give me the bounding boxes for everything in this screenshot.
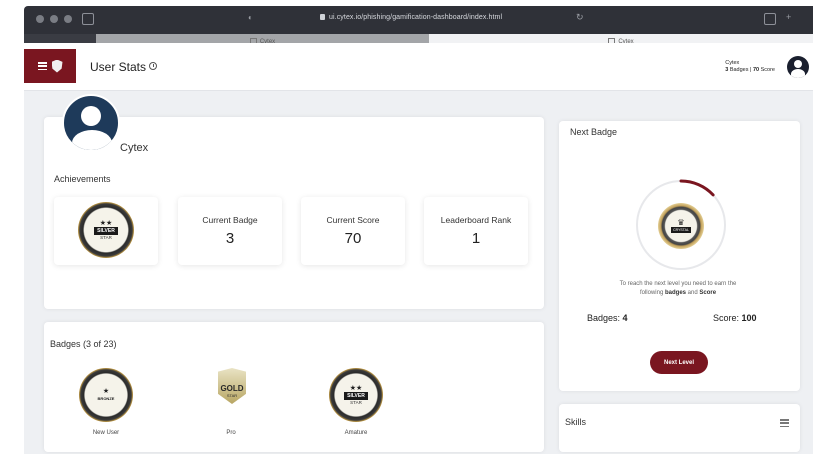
sidebar-toggle-icon[interactable] xyxy=(82,13,94,25)
profile-avatar xyxy=(62,94,120,152)
header-user-stats: 3 Badges | 70 Score xyxy=(725,67,775,73)
window-controls[interactable] xyxy=(36,15,72,23)
privacy-icon[interactable]: ◐ xyxy=(248,13,260,25)
stat-leaderboard-rank: Leaderboard Rank 1 xyxy=(424,197,528,265)
skills-card xyxy=(559,404,800,452)
skills-menu-icon[interactable] xyxy=(780,419,789,427)
page-title: User Stats xyxy=(90,60,147,74)
profile-name: Cytex xyxy=(120,142,149,154)
new-tab-icon[interactable]: + xyxy=(786,12,798,24)
progress-ring-fill xyxy=(679,179,715,197)
crystal-star-badge-icon: ♛ CRYSTAL xyxy=(658,203,704,249)
current-badge-tile: ★★ SILVER STAR xyxy=(54,197,158,265)
bronze-star-badge-icon: ★ BRONZE xyxy=(79,368,133,422)
header-user-info: Cytex 3 Badges | 70 Score xyxy=(725,60,775,74)
next-badge-title: Next Badge xyxy=(570,127,618,137)
silver-star-badge-icon: ★★ SILVER STAR xyxy=(329,368,383,422)
app-header: User Stats Cytex 3 Badges | 70 Score xyxy=(24,43,813,91)
shield-logo-icon xyxy=(51,59,63,73)
header-avatar[interactable] xyxy=(787,56,809,78)
header-user-name: Cytex xyxy=(725,60,740,66)
stat-current-score: Current Score 70 xyxy=(301,197,405,265)
skills-title: Skills xyxy=(565,417,587,427)
lock-icon xyxy=(320,14,325,20)
next-badge-message: To reach the next level you need to earn… xyxy=(619,281,737,296)
silver-star-badge-icon: ★★ SILVER STAR xyxy=(78,202,134,258)
address-bar[interactable]: ui.cytex.io/phishing/gamification-dashbo… xyxy=(320,14,502,21)
reload-icon[interactable]: ↻ xyxy=(576,12,588,24)
next-level-button[interactable]: Next Level xyxy=(650,351,708,374)
required-score: Score: 100 xyxy=(713,313,757,323)
badges-title: Badges (3 of 23) xyxy=(50,339,117,349)
stat-current-badge: Current Badge 3 xyxy=(178,197,282,265)
required-badges: Badges: 4 xyxy=(587,313,628,323)
browser-titlebar: ◐ ui.cytex.io/phishing/gamification-dash… xyxy=(24,6,813,34)
crown-icon: ♛ xyxy=(677,218,685,227)
achievements-title: Achievements xyxy=(54,174,111,184)
brand-block xyxy=(24,49,76,83)
menu-icon[interactable] xyxy=(37,62,47,70)
share-icon[interactable] xyxy=(764,13,776,25)
history-icon[interactable] xyxy=(149,62,157,70)
